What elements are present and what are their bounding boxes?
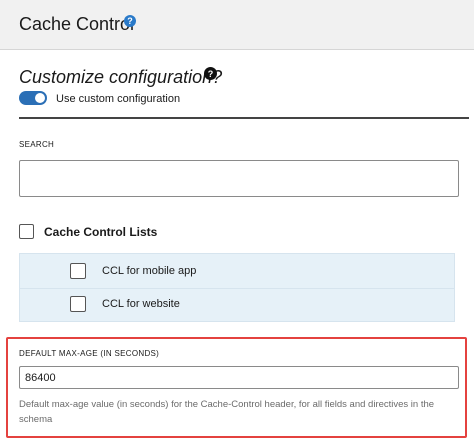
list-item-label: CCL for website	[102, 298, 180, 310]
list-divider	[20, 288, 454, 289]
ccl-mobile-app-checkbox[interactable]	[70, 263, 86, 279]
page-header: Cache Control ?	[0, 0, 474, 50]
search-input[interactable]	[19, 160, 459, 197]
use-custom-configuration-toggle[interactable]	[19, 91, 47, 105]
ccl-sublist: CCL for mobile app CCL for website	[19, 253, 455, 322]
list-item[interactable]: CCL for mobile app	[70, 263, 196, 279]
page-title: Cache Control	[19, 14, 135, 34]
ccl-website-checkbox[interactable]	[70, 296, 86, 312]
max-age-label: DEFAULT MAX-AGE (IN SECONDS)	[19, 349, 160, 358]
max-age-input[interactable]	[19, 366, 459, 389]
question-circle-icon[interactable]: ?	[124, 15, 136, 27]
cache-control-lists-label: Cache Control Lists	[44, 224, 158, 239]
toggle-knob	[35, 93, 45, 103]
customize-configuration-heading: Customize configuration?	[19, 67, 223, 87]
toggle-label: Use custom configuration	[56, 93, 181, 105]
cache-control-lists-checkbox[interactable]	[19, 224, 34, 239]
list-item[interactable]: CCL for website	[70, 296, 180, 312]
cache-control-lists-option[interactable]: Cache Control Lists	[19, 224, 157, 239]
max-age-help-text: Default max-age value (in seconds) for t…	[19, 399, 435, 425]
list-item-label: CCL for mobile app	[102, 265, 197, 277]
question-circle-icon[interactable]: ?	[204, 67, 217, 80]
section-divider	[19, 117, 469, 119]
search-label: SEARCH	[19, 140, 55, 149]
